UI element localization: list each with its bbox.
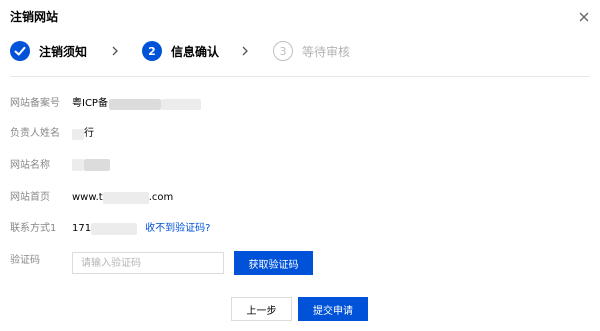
step-1: 注销须知 [10,39,87,63]
chevron-right-icon [239,45,251,57]
step-3-label: 等待审核 [302,44,351,59]
deregister-site-dialog: 注销网站 注销须知 2 信息确认 3 等待审核 网站备案号 粤ICP备 负责人姓… [0,0,600,331]
owner-label: 负责人姓名 [10,128,60,139]
redacted-blur [160,98,201,110]
dialog-title: 注销网站 [10,10,59,24]
code-label: 验证码 [10,255,40,266]
redacted-blur [91,223,138,235]
check-icon [10,41,30,61]
contact-label: 联系方式1 [10,223,57,234]
redacted-blur [102,192,149,204]
icp-value: 粤ICP备 [72,97,201,111]
redacted-blur [72,128,84,140]
step-3: 3 等待审核 [273,39,350,63]
owner-value-suffix: 行 [84,128,94,139]
homepage-value: www.t .com [72,191,173,205]
step-1-label: 注销须知 [39,44,88,59]
prev-step-button[interactable]: 上一步 [231,297,292,321]
step-indicator: 注销须知 2 信息确认 3 等待审核 [10,39,370,63]
step-2-number: 2 [142,41,162,61]
site-name-label: 网站名称 [10,160,50,171]
verification-code-input[interactable] [72,252,224,274]
close-icon[interactable] [576,9,592,25]
contact-prefix: 171 [72,223,92,234]
chevron-right-icon [109,45,121,57]
homepage-label: 网站首页 [10,192,50,203]
redacted-blur [72,159,84,171]
no-code-link[interactable]: 收不到验证码? [145,222,210,236]
submit-button[interactable]: 提交申请 [298,297,368,321]
step-2: 2 信息确认 [142,39,219,63]
redacted-blur [108,98,161,110]
step-2-label: 信息确认 [171,44,220,59]
site-name-value [72,159,110,171]
redacted-blur [84,159,110,171]
homepage-prefix: www.t [72,192,103,203]
owner-value: 行 [72,127,94,141]
homepage-suffix: .com [148,192,174,203]
divider [10,76,590,77]
contact-value: 171 收不到验证码? [72,222,210,236]
step-3-number: 3 [273,41,293,61]
get-code-button[interactable]: 获取验证码 [234,251,313,275]
icp-value-prefix: 粤ICP备 [72,98,108,109]
icp-label: 网站备案号 [10,98,60,109]
